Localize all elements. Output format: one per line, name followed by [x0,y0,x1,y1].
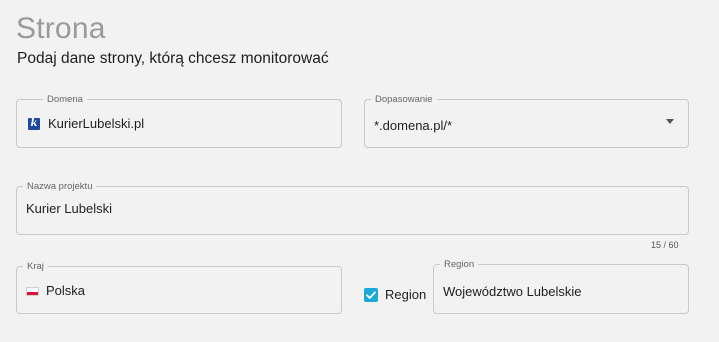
page-title: Strona [16,12,106,45]
chevron-down-icon[interactable] [666,119,674,124]
domain-field-label: Domena [43,94,87,105]
project-name-label: Nazwa projektu [23,181,97,192]
project-name-field[interactable]: Nazwa projektu Kurier Lubelski [16,181,689,235]
country-field[interactable]: Kraj Polska [16,261,342,314]
project-name-value: Kurier Lubelski [26,201,112,216]
poland-flag-icon [26,287,39,296]
checkmark-icon [366,291,376,299]
region-field-value: Województwo Lubelskie [443,284,582,299]
match-select-label: Dopasowanie [371,94,437,105]
country-field-value: Polska [46,283,86,298]
domain-field-value: KurierLubelski.pl [48,116,145,131]
match-select[interactable]: Dopasowanie *.domena.pl/* [364,94,689,148]
region-checkbox[interactable] [364,288,378,302]
page-subtitle: Podaj dane strony, którą chcesz monitoro… [17,50,329,67]
site-favicon-icon: k [28,118,40,130]
project-name-char-counter: 15 / 60 [651,240,679,250]
region-field[interactable]: Region Województwo Lubelskie [433,259,689,314]
domain-field[interactable]: Domena k KurierLubelski.pl [16,94,342,148]
match-select-value: *.domena.pl/* [374,118,453,133]
region-field-label: Region [440,259,479,270]
region-checkbox-label[interactable]: Region [385,287,426,302]
country-field-label: Kraj [23,261,48,272]
